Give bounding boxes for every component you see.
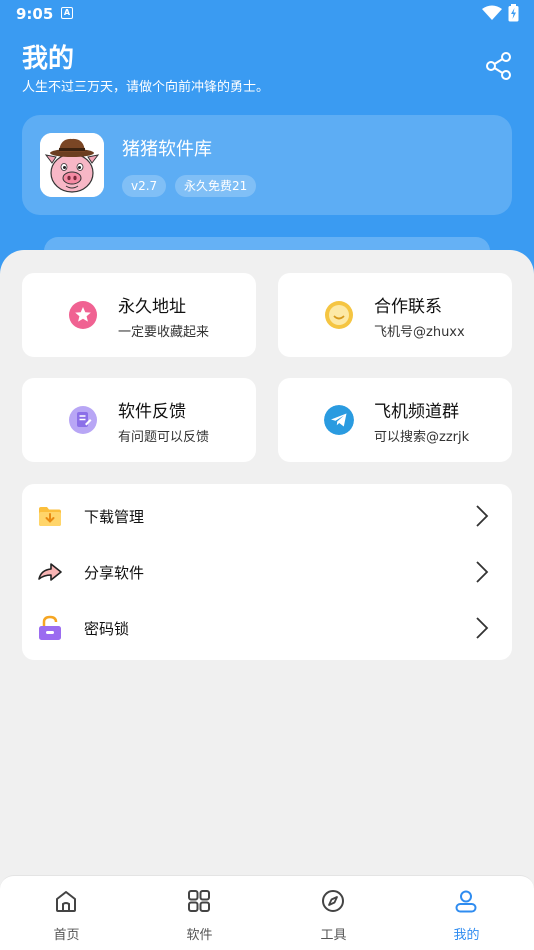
star-icon <box>69 301 97 329</box>
chevron-right-icon <box>476 505 489 527</box>
tile-title: 软件反馈 <box>118 402 186 422</box>
profile-card[interactable]: 猪猪软件库 v2.7 永久免费21 <box>22 115 512 215</box>
tile-subtitle: 可以搜索@zzrjk <box>374 430 470 445</box>
share-icon <box>486 52 511 80</box>
nav-item-home[interactable]: 首页 <box>0 876 133 950</box>
tile-permanent-address[interactable]: 永久地址 一定要收藏起来 <box>22 273 256 357</box>
home-icon <box>56 891 76 912</box>
lock-icon <box>39 615 61 640</box>
chevron-right-icon <box>476 617 489 639</box>
download-folder-icon <box>39 507 61 526</box>
page-title: 我的 <box>22 44 75 74</box>
tile-feedback[interactable]: 软件反馈 有问题可以反馈 <box>22 378 256 462</box>
tile-title: 合作联系 <box>374 297 442 317</box>
notification-icon: A <box>61 7 73 19</box>
app-name: 猪猪软件库 <box>122 139 212 160</box>
compass-icon <box>322 890 344 912</box>
tile-subtitle: 飞机号@zhuxx <box>374 325 465 340</box>
menu-item-download-manager[interactable]: 下载管理 <box>22 488 512 544</box>
nav-item-software[interactable]: 软件 <box>133 876 266 950</box>
menu-label: 密码锁 <box>84 620 130 638</box>
tile-subtitle: 一定要收藏起来 <box>118 325 210 340</box>
feedback-icon <box>69 406 97 434</box>
share-arrow-icon <box>38 563 62 581</box>
tile-title: 飞机频道群 <box>374 402 459 422</box>
status-time: 9:05 <box>16 5 54 23</box>
nav-item-mine[interactable]: 我的 <box>400 876 533 950</box>
menu-label: 分享软件 <box>84 564 145 582</box>
nav-label: 我的 <box>453 928 480 943</box>
battery-icon <box>508 4 519 22</box>
status-bar: 9:05 A <box>0 0 534 28</box>
nav-label: 工具 <box>320 928 347 943</box>
tile-subtitle: 有问题可以反馈 <box>118 430 210 445</box>
nav-label: 软件 <box>186 928 213 943</box>
menu-item-share-software[interactable]: 分享软件 <box>22 544 512 600</box>
app-logo <box>40 133 104 197</box>
bottom-nav: 首页 软件 工具 我的 <box>0 875 534 950</box>
free-badge: 永久免费21 <box>175 175 257 197</box>
user-icon <box>455 890 477 913</box>
nav-item-tools[interactable]: 工具 <box>267 876 400 950</box>
menu-list: 下载管理 分享软件 密码锁 <box>22 484 512 660</box>
version-badge: v2.7 <box>122 175 167 197</box>
tile-telegram-channel[interactable]: 飞机频道群 可以搜索@zzrjk <box>278 378 512 462</box>
pig-logo-icon <box>40 133 104 197</box>
smile-icon <box>325 301 353 329</box>
menu-label: 下载管理 <box>84 508 145 526</box>
share-button[interactable] <box>484 51 514 81</box>
grid-icon <box>188 890 210 912</box>
wifi-icon <box>482 5 502 20</box>
telegram-icon <box>324 405 354 435</box>
tile-contact[interactable]: 合作联系 飞机号@zhuxx <box>278 273 512 357</box>
menu-item-password-lock[interactable]: 密码锁 <box>22 600 512 656</box>
tile-title: 永久地址 <box>118 297 186 317</box>
nav-label: 首页 <box>53 928 80 943</box>
page-subtitle: 人生不过三万天，请做个向前冲锋的勇士。 <box>22 80 270 95</box>
chevron-right-icon <box>476 561 489 583</box>
